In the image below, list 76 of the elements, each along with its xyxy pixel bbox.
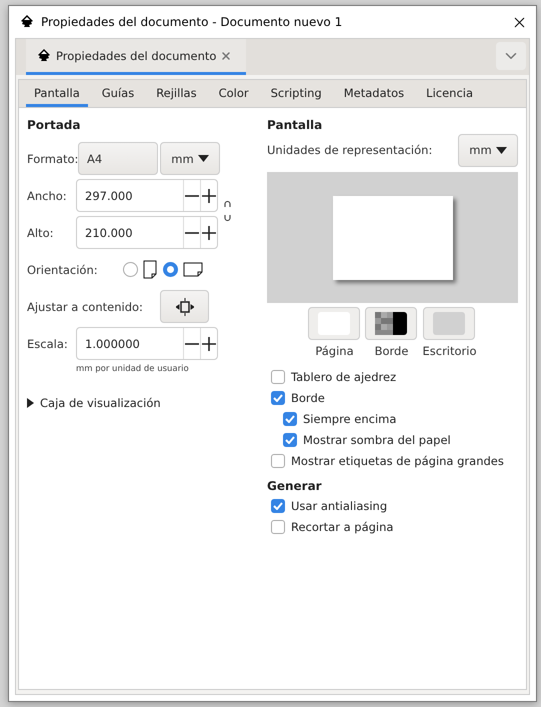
decrement-button[interactable]	[183, 217, 200, 248]
color-label: Borde	[374, 344, 408, 358]
unit-dropdown[interactable]: mm	[458, 134, 518, 166]
plus-icon	[202, 226, 216, 240]
minus-icon	[185, 194, 199, 196]
minus-icon	[185, 232, 199, 234]
app-logo-icon	[36, 48, 52, 64]
expander-arrow-icon	[27, 398, 34, 408]
field-label: Ancho:	[27, 188, 68, 202]
window-title: Propiedades del documento - Documento nuevo 1	[41, 15, 344, 29]
section-heading: Portada	[27, 118, 82, 132]
decrement-button[interactable]	[183, 328, 200, 359]
app-logo-icon	[19, 14, 35, 30]
increment-button[interactable]	[200, 328, 217, 359]
checkbox[interactable]	[283, 412, 297, 426]
number-input[interactable]: 210.000	[77, 217, 183, 248]
increment-button[interactable]	[200, 217, 217, 248]
checkbox[interactable]	[283, 432, 297, 446]
field-label: Ajustar a contenido:	[27, 300, 144, 314]
decrement-button[interactable]	[183, 180, 200, 211]
spin-box[interactable]: 297.000	[76, 179, 218, 212]
checkbox-label: Usar antialiasing	[291, 498, 388, 512]
tab[interactable]: Color	[210, 80, 257, 107]
tab[interactable]: Licencia	[418, 80, 482, 107]
checkbox[interactable]	[271, 520, 285, 534]
tab[interactable]: Rejillas	[148, 80, 205, 107]
number-input[interactable]: 1.000000	[77, 328, 183, 359]
tab[interactable]: Scripting	[262, 80, 330, 107]
caret-icon	[496, 146, 507, 154]
checkbox-label: Tablero de ajedrez	[291, 370, 396, 384]
plus-icon	[202, 336, 216, 350]
viewbox-expander[interactable]: Caja de visualización	[27, 396, 259, 410]
plus-icon	[202, 188, 216, 202]
section-heading: Generar	[267, 479, 323, 493]
checkbox-label: Siempre encima	[303, 412, 396, 426]
format-dropdown[interactable]: A4	[78, 142, 158, 175]
spin-box[interactable]: 1.000000	[76, 327, 218, 360]
field-label: Orientación:	[27, 262, 99, 276]
dock-tab[interactable]: Propiedades del documento	[26, 39, 246, 75]
field-label: Alto:	[27, 226, 54, 240]
checkbox[interactable]	[271, 370, 285, 384]
landscape-page-icon	[183, 262, 203, 277]
checkbox-label: Borde	[291, 390, 325, 404]
color-button[interactable]	[308, 307, 360, 340]
color-button[interactable]	[365, 307, 418, 340]
unit-dropdown[interactable]: mm	[160, 142, 220, 175]
checkbox-label: Mostrar sombra del papel	[303, 432, 451, 446]
fit-button[interactable]	[160, 290, 209, 323]
caret-icon	[198, 155, 209, 162]
checkbox[interactable]	[271, 454, 285, 468]
resize-page-icon	[176, 298, 194, 316]
dock-menu-button[interactable]	[496, 42, 526, 70]
link-icon	[223, 198, 232, 222]
border-color-swatch	[375, 312, 408, 335]
unit-note: mm por unidad de usuario	[76, 364, 190, 374]
color-label: Página	[315, 344, 354, 358]
portrait-page-icon	[143, 260, 157, 279]
increment-button[interactable]	[200, 180, 217, 211]
spin-box[interactable]: 210.000	[76, 216, 218, 249]
checkbox[interactable]	[271, 498, 285, 512]
color-label: Escritorio	[422, 344, 476, 358]
radio-button[interactable]	[163, 262, 178, 277]
section-heading: Pantalla	[267, 118, 324, 132]
desk-color-swatch	[433, 312, 466, 335]
radio-button[interactable]	[123, 262, 138, 277]
field-label: Escala:	[27, 336, 69, 350]
tab[interactable]: Guías	[94, 80, 142, 107]
checkbox-label: Recortar a página	[291, 520, 394, 534]
number-input[interactable]: 297.000	[77, 180, 183, 211]
field-label: Unidades de representación:	[267, 143, 432, 157]
field-label: Formato:	[27, 152, 76, 166]
checkbox[interactable]	[271, 390, 285, 404]
checkbox-label: Mostrar etiquetas de página grandes	[291, 454, 504, 468]
color-button[interactable]	[423, 307, 476, 340]
tab[interactable]: Metadatos	[336, 80, 412, 107]
minus-icon	[185, 342, 199, 344]
